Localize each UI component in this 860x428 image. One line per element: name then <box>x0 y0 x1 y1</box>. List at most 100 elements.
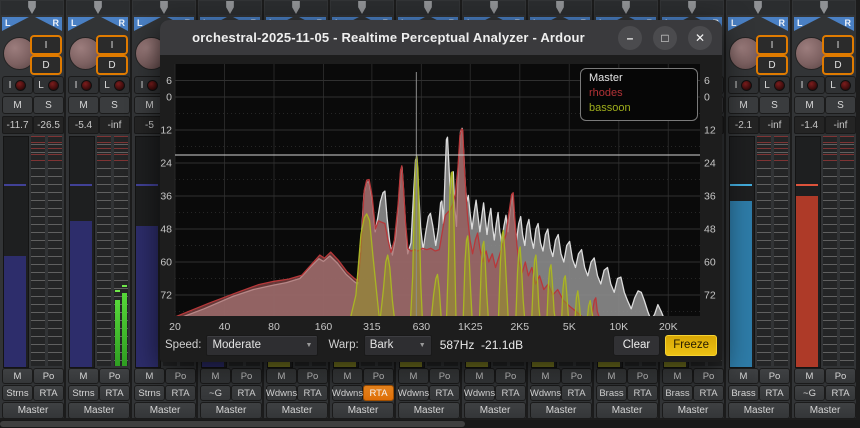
output-route-button[interactable]: Master <box>200 402 262 419</box>
mono-button[interactable]: M <box>728 368 759 384</box>
solo-button[interactable]: S <box>33 96 64 114</box>
scrollbar-thumb[interactable] <box>0 421 465 427</box>
rta-button[interactable]: RTA <box>561 385 592 401</box>
polarity-button[interactable]: Po <box>231 368 262 384</box>
input-led-cell[interactable]: I <box>2 76 33 94</box>
solo-button[interactable]: S <box>99 96 130 114</box>
strip-name-button[interactable]: Wdwns <box>332 385 363 401</box>
rta-button[interactable]: RTA <box>825 385 856 401</box>
rta-button[interactable]: RTA <box>297 385 328 401</box>
mute-button[interactable]: M <box>794 96 825 114</box>
strip-name-button[interactable]: Strns <box>134 385 165 401</box>
input-led-cell[interactable]: I <box>794 76 825 94</box>
disk-button[interactable]: D <box>822 55 854 75</box>
rta-button[interactable]: RTA <box>495 385 526 401</box>
mono-button[interactable]: M <box>596 368 627 384</box>
rta-button[interactable]: RTA <box>99 385 130 401</box>
solo-button[interactable]: S <box>825 96 856 114</box>
rta-button[interactable]: RTA <box>759 385 790 401</box>
gain-fader[interactable] <box>135 136 161 368</box>
warp-dropdown[interactable]: Bark ▼ <box>364 335 432 356</box>
polarity-button[interactable]: Po <box>627 368 658 384</box>
input-led-cell[interactable]: I <box>68 76 99 94</box>
mono-button[interactable]: M <box>530 368 561 384</box>
strip-name-button[interactable]: Brass <box>596 385 627 401</box>
listen-led-cell[interactable]: L <box>825 76 856 94</box>
strip-name-button[interactable]: Brass <box>728 385 759 401</box>
strip-name-button[interactable]: Wdwns <box>530 385 561 401</box>
gain-fader[interactable] <box>729 136 755 368</box>
polarity-button[interactable]: Po <box>759 368 790 384</box>
strip-name-button[interactable]: Wdwns <box>464 385 495 401</box>
polarity-button[interactable]: Po <box>693 368 724 384</box>
disk-button[interactable]: D <box>756 55 788 75</box>
strip-name-button[interactable]: ~G <box>200 385 231 401</box>
polarity-button[interactable]: Po <box>165 368 196 384</box>
output-route-button[interactable]: Master <box>794 402 856 419</box>
strip-name-button[interactable]: ~G <box>794 385 825 401</box>
output-route-button[interactable]: Master <box>662 402 724 419</box>
output-route-button[interactable]: Master <box>266 402 328 419</box>
gain-fader[interactable] <box>795 136 821 368</box>
mono-button[interactable]: M <box>662 368 693 384</box>
output-route-button[interactable]: Master <box>398 402 460 419</box>
output-route-button[interactable]: Master <box>530 402 592 419</box>
gain-fader[interactable] <box>69 136 95 368</box>
clear-button[interactable]: Clear <box>613 335 660 356</box>
polarity-button[interactable]: Po <box>825 368 856 384</box>
mute-button[interactable]: M <box>2 96 33 114</box>
mono-button[interactable]: M <box>332 368 363 384</box>
solo-button[interactable]: S <box>759 96 790 114</box>
polarity-button[interactable]: Po <box>429 368 460 384</box>
mono-button[interactable]: M <box>2 368 33 384</box>
input-button[interactable]: I <box>30 35 62 55</box>
output-route-button[interactable]: Master <box>464 402 526 419</box>
strip-name-button[interactable]: Strns <box>68 385 99 401</box>
strip-name-button[interactable]: Wdwns <box>266 385 297 401</box>
listen-led-cell[interactable]: L <box>759 76 790 94</box>
output-route-button[interactable]: Master <box>2 402 64 419</box>
mono-button[interactable]: M <box>200 368 231 384</box>
listen-led-cell[interactable]: L <box>99 76 130 94</box>
rta-button[interactable]: RTA <box>363 385 394 401</box>
polarity-button[interactable]: Po <box>561 368 592 384</box>
listen-led-cell[interactable]: L <box>33 76 64 94</box>
strip-name-button[interactable]: Brass <box>662 385 693 401</box>
strip-name-button[interactable]: Strns <box>2 385 33 401</box>
output-route-button[interactable]: Master <box>332 402 394 419</box>
mono-button[interactable]: M <box>398 368 429 384</box>
output-route-button[interactable]: Master <box>68 402 130 419</box>
disk-button[interactable]: D <box>30 55 62 75</box>
gain-fader[interactable] <box>3 136 29 368</box>
speed-dropdown[interactable]: Moderate ▼ <box>206 335 318 356</box>
polarity-button[interactable]: Po <box>495 368 526 384</box>
output-route-button[interactable]: Master <box>134 402 196 419</box>
mono-button[interactable]: M <box>464 368 495 384</box>
rta-button[interactable]: RTA <box>429 385 460 401</box>
rta-button[interactable]: RTA <box>33 385 64 401</box>
mute-button[interactable]: M <box>728 96 759 114</box>
input-button[interactable]: I <box>756 35 788 55</box>
horizontal-scrollbar[interactable] <box>0 420 860 428</box>
rta-button[interactable]: RTA <box>231 385 262 401</box>
freeze-button[interactable]: Freeze <box>665 335 717 356</box>
disk-button[interactable]: D <box>96 55 128 75</box>
mono-button[interactable]: M <box>794 368 825 384</box>
mono-button[interactable]: M <box>266 368 297 384</box>
rta-button[interactable]: RTA <box>627 385 658 401</box>
rta-button[interactable]: RTA <box>693 385 724 401</box>
polarity-button[interactable]: Po <box>33 368 64 384</box>
rta-button[interactable]: RTA <box>165 385 196 401</box>
polarity-button[interactable]: Po <box>99 368 130 384</box>
input-button[interactable]: I <box>822 35 854 55</box>
polarity-button[interactable]: Po <box>363 368 394 384</box>
strip-name-button[interactable]: Wdwns <box>398 385 429 401</box>
mute-button[interactable]: M <box>68 96 99 114</box>
output-route-button[interactable]: Master <box>728 402 790 419</box>
output-route-button[interactable]: Master <box>596 402 658 419</box>
polarity-button[interactable]: Po <box>297 368 328 384</box>
input-button[interactable]: I <box>96 35 128 55</box>
mono-button[interactable]: M <box>68 368 99 384</box>
input-led-cell[interactable]: I <box>728 76 759 94</box>
mono-button[interactable]: M <box>134 368 165 384</box>
